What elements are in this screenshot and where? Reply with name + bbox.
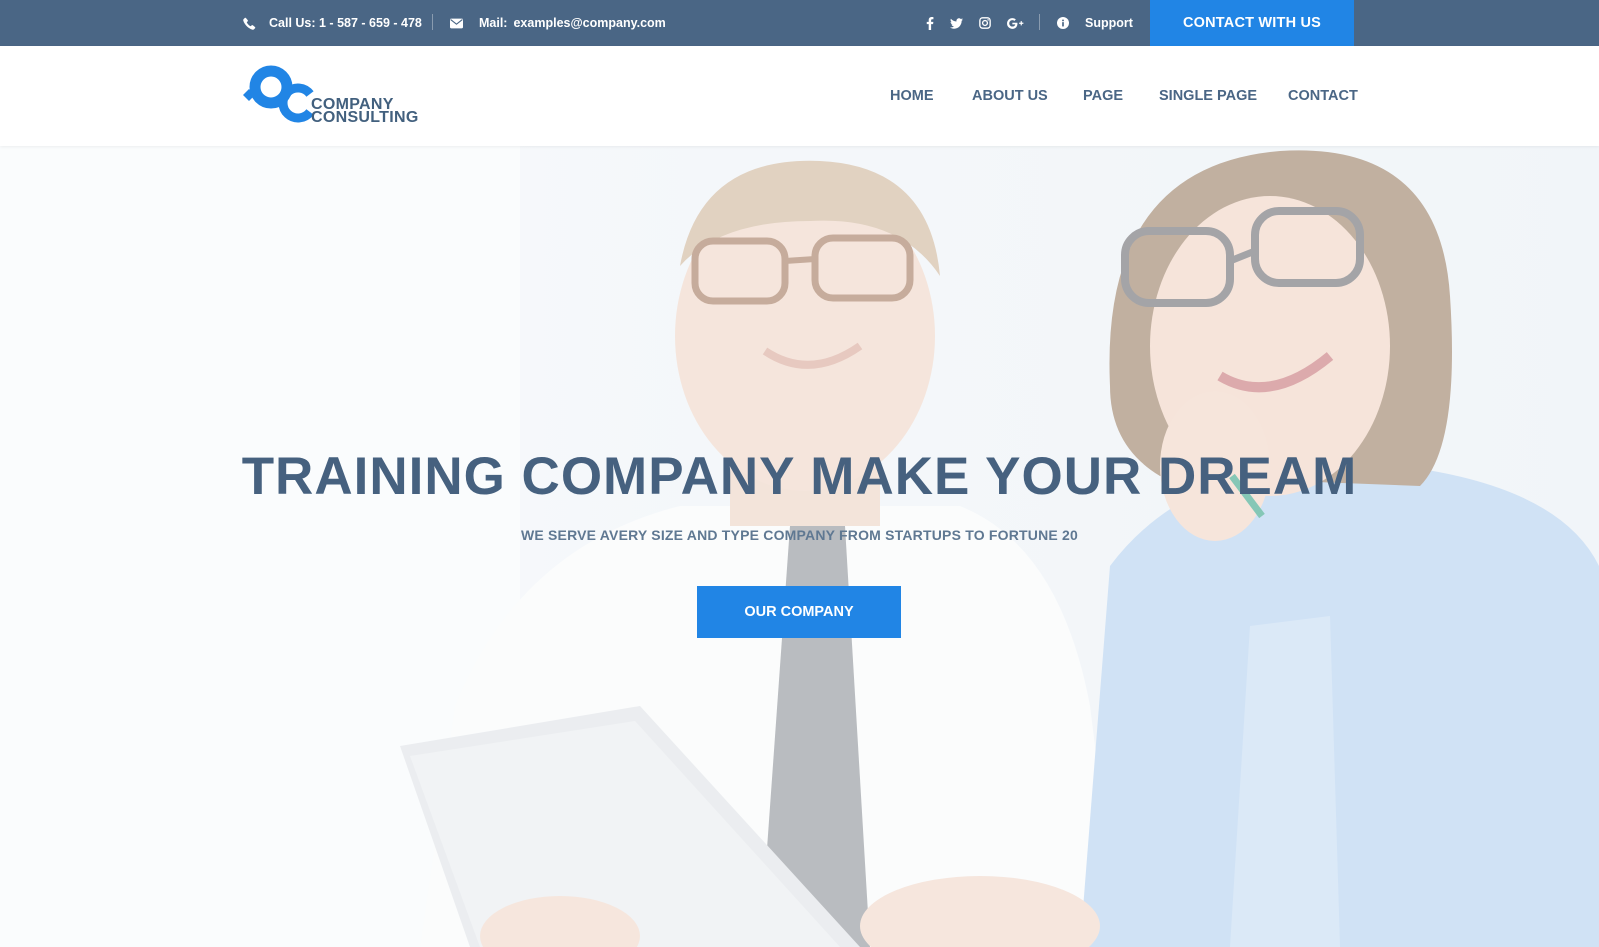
top-bar: Call Us: 1 - 587 - 659 - 478 Mail: examp… — [0, 0, 1599, 46]
phone-text: Call Us: 1 - 587 - 659 - 478 — [269, 16, 422, 30]
company-logo[interactable]: COMPANY CONSULTING — [243, 64, 423, 130]
support-label: Support — [1085, 16, 1133, 30]
nav-about-us[interactable]: ABOUT US — [972, 46, 1048, 146]
our-company-button[interactable]: OUR COMPANY — [697, 586, 901, 638]
hero-overlay — [0, 146, 1599, 947]
twitter-icon[interactable] — [946, 0, 966, 46]
nav-single-page[interactable]: SINGLE PAGE — [1159, 46, 1257, 146]
topbar-divider — [1039, 14, 1040, 30]
mail-address[interactable]: examples@company.com — [513, 16, 665, 30]
contact-with-us-button[interactable]: CONTACT WITH US — [1150, 0, 1354, 46]
instagram-icon[interactable] — [975, 0, 995, 46]
hero-subtitle: WE SERVE AVERY SIZE AND TYPE COMPANY FRO… — [520, 527, 1079, 543]
google-plus-icon[interactable] — [1004, 0, 1026, 46]
phone-icon — [243, 17, 256, 30]
facebook-icon[interactable] — [920, 0, 940, 46]
phone-contact[interactable]: Call Us: 1 - 587 - 659 - 478 — [243, 0, 422, 46]
nav-contact[interactable]: CONTACT — [1288, 46, 1358, 146]
topbar-divider — [432, 14, 433, 30]
hero-section: TRAINING COMPANY MAKE YOUR DREAM WE SERV… — [0, 146, 1599, 947]
hero-title: TRAINING COMPANY MAKE YOUR DREAM — [241, 447, 1358, 506]
mail-label: Mail: — [479, 16, 508, 30]
logo-line-2: CONSULTING — [311, 109, 419, 126]
nav-page[interactable]: PAGE — [1083, 46, 1123, 146]
envelope-icon — [450, 18, 463, 29]
nav-home[interactable]: HOME — [890, 46, 934, 146]
logo-text: COMPANY CONSULTING — [311, 97, 419, 126]
info-icon — [1057, 17, 1069, 29]
mail-contact[interactable]: Mail: examples@company.com — [450, 0, 666, 46]
main-header: COMPANY CONSULTING HOME ABOUT US PAGE SI… — [0, 46, 1599, 146]
support-link[interactable]: Support — [1057, 0, 1133, 46]
